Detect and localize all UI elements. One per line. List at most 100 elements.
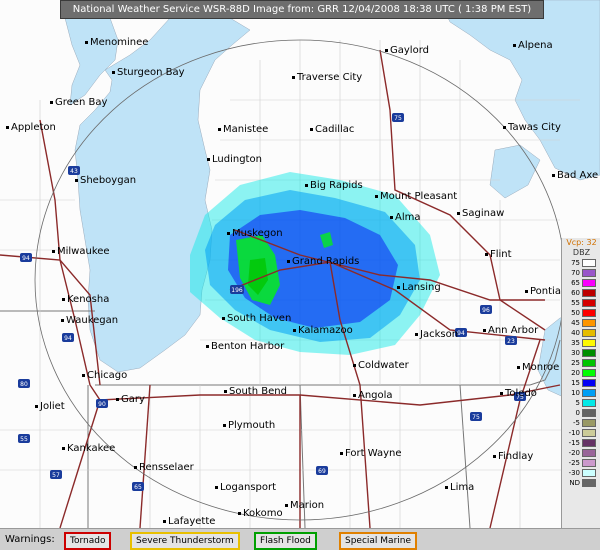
- city-label-tawas-city: Tawas City: [503, 122, 561, 133]
- city-label-sheboygan: Sheboygan: [74, 175, 137, 186]
- svg-text:96: 96: [482, 307, 490, 314]
- svg-text:94: 94: [457, 330, 465, 337]
- legend-level-label: -25: [568, 459, 580, 467]
- legend-level-label: 70: [571, 269, 580, 277]
- legend-level-swatch: [582, 259, 596, 267]
- legend-level: 35: [562, 338, 600, 348]
- svg-text:94: 94: [64, 335, 72, 342]
- svg-text:43: 43: [70, 168, 78, 175]
- svg-text:75: 75: [394, 115, 402, 122]
- city-label-big-rapids: Big Rapids: [305, 180, 363, 191]
- city-label-waukegan: Waukegan: [60, 315, 119, 326]
- legend-level: 50: [562, 308, 600, 318]
- legend-level: -20: [562, 448, 600, 458]
- city-label-cadillac: Cadillac: [309, 124, 355, 135]
- city-label-monroe: Monroe: [516, 362, 560, 373]
- legend-level-label: -10: [568, 429, 580, 437]
- svg-text:196: 196: [231, 287, 243, 294]
- legend-level-label: 10: [571, 389, 580, 397]
- legend-unit: DBZ: [572, 248, 591, 257]
- legend-level-swatch: [582, 389, 596, 397]
- city-label-toledo: Toledo: [500, 388, 537, 399]
- legend-level-swatch: [582, 369, 596, 377]
- legend-level-label: 25: [571, 359, 580, 367]
- legend-level: 15: [562, 378, 600, 388]
- legend-level-swatch: [582, 339, 596, 347]
- city-label-angola: Angola: [353, 390, 393, 401]
- highway-shield-i69: 69: [316, 466, 328, 475]
- legend-level-label: 35: [571, 339, 580, 347]
- highway-shield-i75-ohio: 75: [470, 412, 482, 421]
- city-label-ludington: Ludington: [207, 154, 262, 165]
- image-title: National Weather Service WSR-88D Image f…: [60, 0, 544, 19]
- city-label-logansport: Logansport: [214, 482, 277, 493]
- city-label-kenosha: Kenosha: [61, 294, 110, 305]
- svg-text:90: 90: [98, 401, 106, 408]
- legend-level-label: ND: [569, 479, 580, 487]
- city-label-milwaukee: Milwaukee: [52, 246, 110, 257]
- svg-text:69: 69: [318, 468, 326, 475]
- legend-level: -5: [562, 418, 600, 428]
- city-label-saginaw: Saginaw: [456, 208, 505, 219]
- highway-shield-i55: 55: [18, 434, 30, 443]
- warning-flash-flood-button[interactable]: Flash Flood: [254, 532, 317, 550]
- city-label-gary: Gary: [116, 394, 145, 405]
- city-label-kokomo: Kokomo: [238, 508, 283, 519]
- city-label-south-haven: South Haven: [221, 313, 292, 324]
- legend-level: 10: [562, 388, 600, 398]
- legend-level: 70: [562, 268, 600, 278]
- legend-level: 65: [562, 278, 600, 288]
- warning-special-marine-button[interactable]: Special Marine: [339, 532, 418, 550]
- svg-text:55: 55: [20, 436, 28, 443]
- legend-level-label: 0: [575, 409, 580, 417]
- highway-shield-i196: 196: [230, 285, 244, 294]
- city-label-alma: Alma: [390, 212, 421, 223]
- city-label-gaylord: Gaylord: [385, 45, 429, 56]
- legend-level-swatch: [582, 439, 596, 447]
- legend-level: 45: [562, 318, 600, 328]
- legend-level-swatch: [582, 319, 596, 327]
- legend-level-swatch: [582, 349, 596, 357]
- city-label-lansing: Lansing: [397, 282, 441, 293]
- legend-level-label: -15: [568, 439, 580, 447]
- legend-level-swatch: [582, 309, 596, 317]
- legend-level-label: 15: [571, 379, 580, 387]
- city-label-jackson: Jackson: [414, 329, 459, 340]
- legend-vcp: Vcp: 32: [566, 238, 597, 247]
- legend-level-swatch: [582, 279, 596, 287]
- svg-text:57: 57: [52, 472, 60, 479]
- svg-text:94: 94: [22, 255, 30, 262]
- legend-level-label: 75: [571, 259, 580, 267]
- city-label-grand-rapids: Grand Rapids: [286, 256, 360, 267]
- legend-level-label: 50: [571, 309, 580, 317]
- legend-level-swatch: [582, 379, 596, 387]
- legend-level-label: 55: [571, 299, 580, 307]
- city-label-south-bend: South Bend: [224, 386, 287, 397]
- legend-level-label: 60: [571, 289, 580, 297]
- city-label-coldwater: Coldwater: [353, 360, 409, 371]
- legend-level: 75: [562, 258, 600, 268]
- legend-level: 55: [562, 298, 600, 308]
- city-label-lafayette: Lafayette: [162, 516, 216, 527]
- highway-shield-i75-north: 75: [392, 113, 404, 122]
- warning-severe-thunderstorm-button[interactable]: Severe Thunderstorm: [130, 532, 240, 550]
- highway-shield-us23: 23: [505, 336, 517, 345]
- city-label-appleton: Appleton: [6, 122, 56, 133]
- legend-level: ND: [562, 478, 600, 488]
- warning-tornado-button[interactable]: Tornado: [64, 532, 112, 550]
- city-label-benton-harbor: Benton Harbor: [205, 341, 285, 352]
- city-label-fort-wayne: Fort Wayne: [340, 448, 402, 459]
- city-label-muskegon: Muskegon: [227, 228, 283, 239]
- highway-shield-i65: 65: [132, 482, 144, 491]
- city-label-bad-axe: Bad Axe: [551, 170, 599, 181]
- svg-text:23: 23: [507, 338, 515, 345]
- city-label-marion: Marion: [284, 500, 325, 511]
- city-label-sturgeon-bay: Sturgeon Bay: [112, 67, 185, 78]
- city-label-ann-arbor: Ann Arbor: [482, 325, 539, 336]
- svg-text:80: 80: [20, 381, 28, 388]
- city-label-findlay: Findlay: [492, 451, 534, 462]
- legend-rows: 75 70 65 60 55 50 45 40 35 30 25 20 15 10 5 0 -5 -10 -15 -2…: [562, 258, 600, 488]
- city-label-traverse-city: Traverse City: [291, 72, 363, 83]
- legend-level: 40: [562, 328, 600, 338]
- city-label-mount-pleasant: Mount Pleasant: [374, 191, 458, 202]
